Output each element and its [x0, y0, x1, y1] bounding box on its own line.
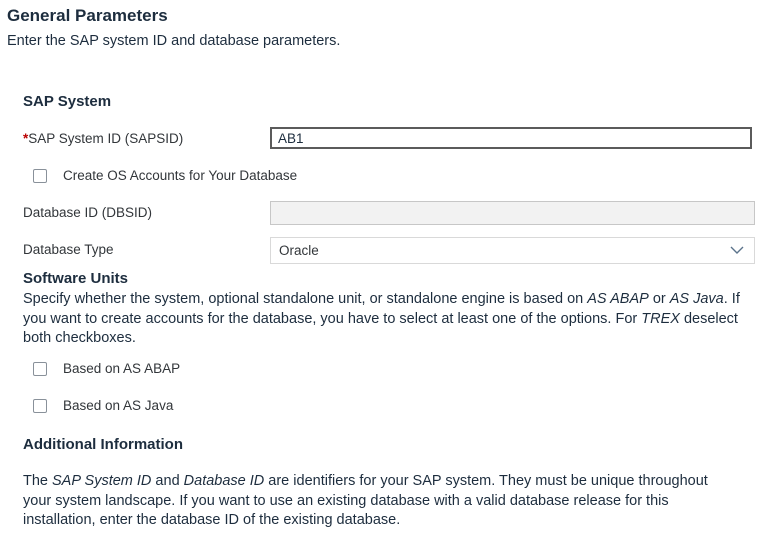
dbsid-label: Database ID (DBSID): [23, 205, 153, 220]
additional-info-section-title: Additional Information: [23, 436, 183, 453]
sap-system-section-title: SAP System: [23, 93, 112, 110]
based-on-java-checkbox[interactable]: [33, 399, 47, 413]
based-on-abap-label: Based on AS ABAP: [63, 361, 181, 376]
sapsid-label-text: SAP System ID (SAPSID): [28, 131, 184, 146]
based-on-java-label: Based on AS Java: [63, 398, 174, 413]
sapsid-label: *SAP System ID (SAPSID): [23, 131, 183, 146]
database-type-label: Database Type: [23, 242, 114, 257]
chevron-down-icon: [730, 246, 744, 254]
page-subtitle: Enter the SAP system ID and database par…: [7, 33, 341, 49]
sapsid-input[interactable]: [270, 127, 752, 149]
general-parameters-page: General Parameters Enter the SAP system …: [0, 0, 762, 537]
page-title: General Parameters: [7, 6, 168, 25]
database-type-value: Oracle: [279, 243, 319, 258]
database-type-select[interactable]: Oracle: [270, 237, 755, 264]
based-on-abap-checkbox[interactable]: [33, 362, 47, 376]
dbsid-input[interactable]: [270, 201, 755, 225]
software-units-section-title: Software Units: [23, 270, 129, 287]
additional-info-text: The SAP System ID and Database ID are id…: [23, 473, 708, 528]
create-os-accounts-label: Create OS Accounts for Your Database: [63, 168, 298, 183]
software-units-description: Specify whether the system, optional sta…: [23, 291, 740, 346]
create-os-accounts-checkbox[interactable]: [33, 169, 47, 183]
